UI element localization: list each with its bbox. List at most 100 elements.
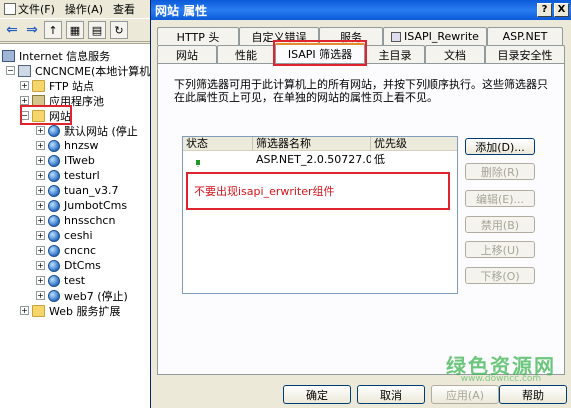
ok-button[interactable]: 确定 (283, 385, 351, 404)
tree-computer[interactable]: − CNCNCME(本地计算机) (6, 63, 150, 78)
globe-icon (48, 169, 60, 182)
help-button[interactable]: 帮助 (499, 385, 567, 404)
tree-site-item[interactable]: + testurl (36, 168, 100, 183)
globe-icon (48, 184, 60, 197)
tree-ftp-sites[interactable]: + FTP 站点 (20, 78, 94, 93)
filter-list[interactable]: 状态 筛选器名称 优先级 ASP.NET_2.0.50727.0 低 (182, 136, 458, 294)
tab-http-headers[interactable]: HTTP 头 (157, 27, 239, 45)
globe-icon (48, 124, 60, 137)
globe-icon (48, 154, 60, 167)
tab-website[interactable]: 网站 (157, 45, 217, 63)
remove-filter-button[interactable]: 删除(R) (465, 163, 535, 180)
expand-icon[interactable]: + (36, 186, 45, 195)
expand-icon[interactable]: + (36, 261, 45, 270)
show-tree-icon[interactable]: ▦ (66, 21, 84, 39)
tree-root[interactable]: Internet 信息服务 (2, 48, 110, 63)
collapse-icon[interactable]: − (6, 66, 15, 75)
menu-action[interactable]: 操作(A) (65, 1, 103, 17)
apply-button[interactable]: 应用(A) (431, 385, 499, 404)
expand-icon[interactable]: + (36, 171, 45, 180)
expand-icon[interactable]: + (20, 96, 29, 105)
column-filter-name[interactable]: 筛选器名称 (253, 137, 371, 151)
help-icon[interactable]: ? (537, 3, 552, 17)
priority-cell: 低 (374, 153, 385, 166)
tab-home-directory[interactable]: 主目录 (365, 45, 425, 63)
tree-view: Internet 信息服务 − CNCNCME(本地计算机) + FTP 站点 … (0, 43, 150, 408)
isapi-rewrite-icon (391, 31, 402, 42)
expand-icon[interactable]: + (36, 216, 45, 225)
green-up-arrow-icon (192, 153, 204, 167)
tab-panel-isapi-filters: 下列筛选器可用于此计算机上的所有网站，并按下列顺序执行。这些筛选器只在此属性页上… (157, 63, 565, 375)
filter-name-cell: ASP.NET_2.0.50727.0 (256, 153, 371, 166)
tab-aspnet[interactable]: ASP.NET (487, 27, 563, 45)
expand-icon[interactable]: + (36, 156, 45, 165)
expand-icon[interactable]: + (36, 141, 45, 150)
tree-site-item[interactable]: + 默认网站 (停止 (36, 123, 138, 138)
globe-icon (48, 229, 60, 242)
tab-directory-security[interactable]: 目录安全性 (485, 45, 565, 63)
column-status[interactable]: 状态 (183, 137, 253, 151)
tab-documents[interactable]: 文档 (425, 45, 485, 63)
expand-icon[interactable]: + (36, 276, 45, 285)
forward-arrow-icon[interactable]: ⇒ (24, 21, 40, 39)
table-row[interactable]: ASP.NET_2.0.50727.0 低 (183, 153, 457, 167)
back-arrow-icon[interactable]: ⇐ (4, 21, 20, 39)
expand-icon[interactable]: + (36, 201, 45, 210)
add-filter-button[interactable]: 添加(D)... (465, 138, 535, 155)
move-up-button[interactable]: 上移(U) (465, 241, 535, 258)
properties-icon[interactable]: ▤ (88, 21, 106, 39)
folder-icon (32, 304, 45, 317)
expand-icon[interactable]: + (36, 126, 45, 135)
expand-icon[interactable]: + (36, 231, 45, 240)
mmc-window: 文件(F) 操作(A) 查看 ⇐ ⇒ ↑ ▦ ▤ ↻ Internet 信息服务… (0, 0, 150, 408)
tab-isapi-rewrite[interactable]: ISAPI_Rewrite (383, 27, 487, 45)
dialog-title-bar[interactable]: 网站 属性 ? X (151, 0, 571, 20)
dialog-title: 网站 属性 (155, 3, 208, 18)
isapi-tab-highlight-box (273, 40, 367, 66)
globe-icon (48, 289, 60, 302)
globe-icon (48, 259, 60, 272)
up-level-icon[interactable]: ↑ (44, 21, 62, 39)
cancel-button[interactable]: 取消 (357, 385, 425, 404)
folder-icon (32, 79, 45, 92)
tree-site-item[interactable]: + ceshi (36, 228, 93, 243)
refresh-icon[interactable]: ↻ (110, 21, 128, 39)
computer-icon (18, 64, 31, 77)
tree-site-item[interactable]: + ITweb (36, 153, 95, 168)
menu-file[interactable]: 文件(F) (4, 1, 55, 17)
tab-performance[interactable]: 性能 (217, 45, 275, 63)
tree-site-item[interactable]: + JumbotCms (36, 198, 127, 213)
tree-site-item[interactable]: + cncnc (36, 243, 96, 258)
list-header: 状态 筛选器名称 优先级 (183, 137, 457, 151)
watermark-url: www.downcc.com (460, 374, 542, 384)
globe-icon (48, 244, 60, 257)
tree-site-item[interactable]: + DtCms (36, 258, 101, 273)
expand-icon[interactable]: + (20, 81, 29, 90)
tree-site-item[interactable]: + web7 (停止) (36, 288, 128, 303)
expand-icon[interactable]: + (36, 246, 45, 255)
iis-icon (2, 49, 15, 62)
close-icon[interactable]: X (554, 3, 569, 17)
expand-icon[interactable]: + (36, 291, 45, 300)
toolbar: ⇐ ⇒ ↑ ▦ ▤ ↻ (0, 18, 150, 42)
globe-icon (48, 214, 60, 227)
tree-site-item[interactable]: + test (36, 273, 85, 288)
globe-icon (48, 274, 60, 287)
tree-site-item[interactable]: + hnsschcn (36, 213, 115, 228)
properties-dialog: 网站 属性 ? X HTTP 头 自定义错误 服务 ISAPI_Rewrite … (150, 0, 571, 408)
edit-filter-button[interactable]: 编辑(E)... (465, 190, 535, 207)
annotation-text: 不要出现isapi_erwriter组件 (194, 185, 335, 198)
move-down-button[interactable]: 下移(O) (465, 267, 535, 284)
tree-web-extensions[interactable]: + Web 服务扩展 (20, 303, 120, 318)
filters-description: 下列筛选器可用于此计算机上的所有网站，并按下列顺序执行。这些筛选器只在此属性页上… (174, 78, 548, 104)
tree-site-item[interactable]: + tuan_v3.7 (36, 183, 119, 198)
annotation-box: 不要出现isapi_erwriter组件 (186, 172, 450, 210)
globe-icon (48, 199, 60, 212)
column-priority[interactable]: 优先级 (371, 137, 457, 151)
expand-icon[interactable]: + (20, 306, 29, 315)
menu-view[interactable]: 查看 (113, 1, 135, 17)
disable-filter-button[interactable]: 禁用(B) (465, 216, 535, 233)
menu-bar: 文件(F) 操作(A) 查看 (0, 0, 150, 18)
document-icon (4, 3, 16, 15)
tree-site-item[interactable]: + hnzsw (36, 138, 98, 153)
